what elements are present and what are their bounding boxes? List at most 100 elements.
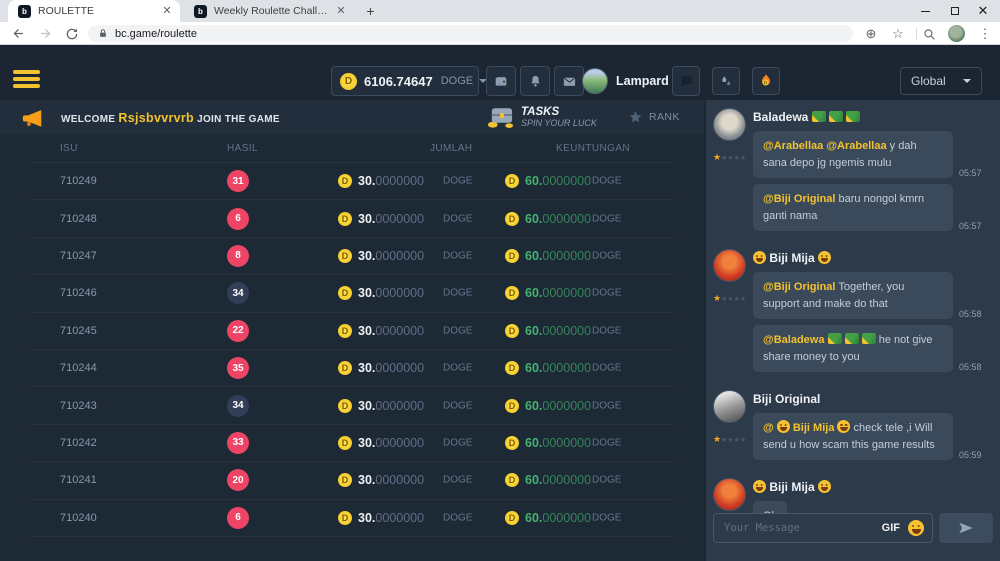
menu-hamburger-button[interactable] xyxy=(13,70,40,91)
table-row[interactable]: 710247 8 D 30.0000000 DOGE D 60.0000000 … xyxy=(30,238,674,275)
chat-message-input[interactable] xyxy=(714,522,882,534)
table-row[interactable]: 710246 34 D 30.0000000 DOGE D 60.0000000… xyxy=(30,275,674,312)
user-menu[interactable]: Lampard xyxy=(582,66,683,96)
chat-user-avatar[interactable] xyxy=(713,390,746,423)
window-minimize-button[interactable] xyxy=(910,0,940,22)
chat-bubbles: @ Biji Mija check tele ,i Will send u ho… xyxy=(753,413,992,460)
welcome-label: WELCOME xyxy=(61,114,115,125)
window-close-button[interactable]: ✕ xyxy=(968,0,998,22)
user-mention[interactable]: @Biji Original xyxy=(763,193,835,205)
table-row[interactable]: 710242 33 D 30.0000000 DOGE D 60.0000000… xyxy=(30,425,674,462)
tab-roulette[interactable]: b ROULETTE ✕ xyxy=(8,0,180,22)
bet-id: 710245 xyxy=(60,325,97,337)
bet-amount: 30.0000000 xyxy=(358,174,424,188)
table-row[interactable]: 710243 34 D 30.0000000 DOGE D 60.0000000… xyxy=(30,387,674,424)
rank-label: RANK xyxy=(649,111,680,123)
chat-username[interactable]: Biji Original xyxy=(753,392,992,406)
bets-table-body: 710249 31 D 30.0000000 DOGE D 60.0000000… xyxy=(0,163,704,537)
amount-currency: DOGE xyxy=(443,325,472,336)
chat-username[interactable]: Baladewa xyxy=(753,110,992,124)
profit-currency: DOGE xyxy=(592,213,621,224)
user-mention[interactable]: @ xyxy=(763,422,774,434)
user-mention[interactable]: @Arabellaa xyxy=(763,140,823,152)
bet-profit: 60.0000000 xyxy=(525,249,591,263)
send-message-button[interactable] xyxy=(939,513,993,543)
bookmark-star-icon[interactable]: ☆ xyxy=(889,25,907,43)
bet-profit: 60.0000000 xyxy=(525,399,591,413)
url-bar[interactable]: bc.game/roulette xyxy=(88,25,853,42)
window-maximize-button[interactable] xyxy=(940,0,970,22)
chat-username[interactable]: Biji Mija xyxy=(753,480,992,494)
doge-coin-icon: D xyxy=(338,361,352,375)
announcement-text: WELCOME Rsjsbvvrvrb JOIN THE GAME xyxy=(61,111,280,125)
star-icon: ★ xyxy=(713,152,721,162)
chat-timestamp: 05:57 xyxy=(959,168,982,178)
chat-bubble-row: @Baladewa he not give share money to you… xyxy=(753,325,992,372)
chat-user-avatar[interactable] xyxy=(713,478,746,511)
bet-profit: 60.0000000 xyxy=(525,324,591,338)
chat-region-dropdown[interactable]: Global xyxy=(900,67,982,95)
table-row[interactable]: 710249 31 D 30.0000000 DOGE D 60.0000000… xyxy=(30,163,674,200)
user-mention[interactable]: @Baladewa xyxy=(763,334,824,346)
chat-user-avatar[interactable] xyxy=(713,108,746,141)
balance-dropdown[interactable]: D 6106.74647 DOGE xyxy=(331,66,479,96)
tab-title: Weekly Roulette Challenge - Win xyxy=(214,5,328,17)
grin-emoji-icon xyxy=(818,251,831,264)
star-icon: ★ xyxy=(740,155,746,162)
chat-toggle-button[interactable] xyxy=(672,66,700,96)
gif-button[interactable]: GIF xyxy=(882,522,900,534)
back-button[interactable] xyxy=(10,25,27,42)
user-mention[interactable]: Biji Mija xyxy=(793,422,835,434)
notifications-button[interactable] xyxy=(520,66,550,96)
user-mention[interactable]: @Biji Original xyxy=(763,281,835,293)
flag-emoji-icon xyxy=(845,333,859,344)
flag-emoji-icon xyxy=(862,333,876,344)
wallet-button[interactable] xyxy=(486,66,516,96)
new-tab-button[interactable]: + xyxy=(362,3,379,20)
user-star-rating: ★★★★★ xyxy=(713,429,753,447)
coindrop-button[interactable]: D xyxy=(752,67,780,95)
chat-bubbles: Ok05:59 xyxy=(753,501,992,513)
result-badge: 8 xyxy=(227,245,249,267)
table-row[interactable]: 710241 20 D 30.0000000 DOGE D 60.0000000… xyxy=(30,462,674,499)
bet-profit: 60.0000000 xyxy=(525,436,591,450)
profit-currency: DOGE xyxy=(592,512,621,523)
mail-icon xyxy=(562,74,577,89)
chat-user-avatar[interactable] xyxy=(713,249,746,282)
search-icon[interactable] xyxy=(920,25,938,43)
forward-button[interactable] xyxy=(37,25,54,42)
chat-bubble-row: @Biji Original Together, you support and… xyxy=(753,272,992,319)
messages-button[interactable] xyxy=(554,66,584,96)
emoji-picker-button[interactable] xyxy=(908,520,924,536)
rain-button[interactable] xyxy=(712,67,740,95)
tab-weekly-challenge[interactable]: b Weekly Roulette Challenge - Win ✕ xyxy=(184,0,354,22)
result-badge: 22 xyxy=(227,320,249,342)
table-row[interactable]: 710245 22 D 30.0000000 DOGE D 60.0000000… xyxy=(30,313,674,350)
reload-button[interactable] xyxy=(63,25,80,42)
bet-amount: 30.0000000 xyxy=(358,212,424,226)
chat-bubble: @ Biji Mija check tele ,i Will send u ho… xyxy=(753,413,953,460)
profit-currency: DOGE xyxy=(592,288,621,299)
chat-input-container[interactable]: GIF xyxy=(713,513,933,543)
tab-close-icon[interactable]: ✕ xyxy=(160,4,174,18)
tab-close-icon[interactable]: ✕ xyxy=(334,4,348,18)
table-row[interactable]: 710240 6 D 30.0000000 DOGE D 60.0000000 … xyxy=(30,500,674,537)
star-icon: ★ xyxy=(713,293,721,303)
zoom-page-icon[interactable]: ⊕ xyxy=(862,25,880,43)
column-keuntungan: KEUNTUNGAN xyxy=(556,143,630,154)
browser-menu-icon[interactable]: ⋮ xyxy=(976,25,994,43)
amount-currency: DOGE xyxy=(443,250,472,261)
tasks-shortcut[interactable]: TASKS SPIN YOUR LUCK xyxy=(487,104,597,129)
result-badge: 35 xyxy=(227,357,249,379)
chat-bubble-row: Ok05:59 xyxy=(753,501,992,513)
chat-username[interactable]: Biji Mija xyxy=(753,251,992,265)
table-row[interactable]: 710244 35 D 30.0000000 DOGE D 60.0000000… xyxy=(30,350,674,387)
table-row[interactable]: 710248 6 D 30.0000000 DOGE D 60.0000000 … xyxy=(30,200,674,237)
rank-shortcut[interactable]: RANK xyxy=(628,110,680,124)
amount-currency: DOGE xyxy=(443,363,472,374)
result-badge: 33 xyxy=(227,432,249,454)
amount-currency: DOGE xyxy=(443,400,472,411)
column-jumlah: JUMLAH xyxy=(430,143,472,154)
browser-profile-avatar[interactable] xyxy=(948,25,965,42)
user-mention[interactable]: @Arabellaa xyxy=(826,140,886,152)
